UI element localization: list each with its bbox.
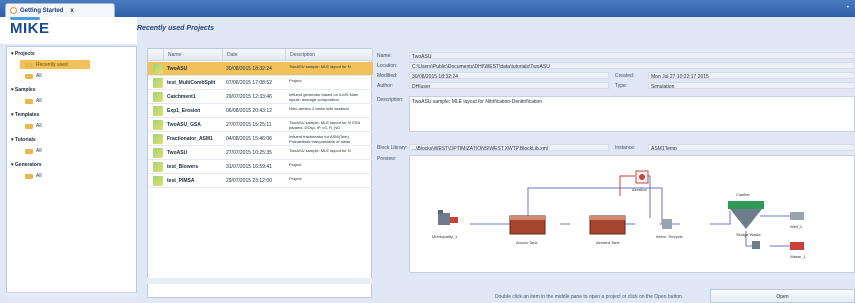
open-button[interactable]: Open	[710, 289, 855, 303]
author-field: DHIuser	[409, 82, 609, 89]
aeration-icon	[635, 170, 649, 184]
folder-icon	[25, 173, 33, 179]
details-pane: Name: TwoASU Location: C:\Users\Public\D…	[375, 45, 855, 303]
tree-item-templates-all[interactable]: All	[25, 123, 42, 129]
table-row[interactable]: test_Blowers 31/07/2015 16:59:41 Project	[148, 160, 373, 174]
table-row[interactable]: test_MultiCombSplit 07/06/2015 17:08:52 Pr…	[148, 76, 373, 90]
tree-item-samples[interactable]: ▾ Samples	[11, 87, 35, 93]
folder-icon	[25, 148, 33, 154]
modified-field: 30/08/2015 18:32:24	[409, 72, 609, 79]
project-icon	[153, 162, 163, 172]
folder-icon	[25, 73, 33, 79]
category-tree: ▾ Projects Recently used All ▾ Samples A…	[6, 46, 137, 296]
effluent-icon	[790, 212, 804, 220]
created-field: Mon Jul 27 10:22:17 2015	[648, 72, 855, 79]
influent-label: Municipality_1	[432, 234, 458, 239]
sludge-waste-icon	[752, 241, 760, 249]
column-header-icon[interactable]	[148, 49, 164, 61]
column-header-date[interactable]: Date	[223, 49, 286, 61]
recycle-icon	[662, 219, 672, 229]
aeration-label: Aeration	[632, 187, 647, 192]
recycle-label: Intern. Recycle	[656, 234, 683, 239]
project-icon	[153, 148, 163, 158]
tree-item-generators[interactable]: ▾ Generators	[11, 162, 42, 168]
tree-item-projects-all[interactable]: All	[25, 73, 42, 79]
left-scrollbar[interactable]	[6, 292, 137, 297]
open-hint: Double click an item in the middle pane …	[495, 294, 684, 300]
block-library-label: Block Library:	[377, 145, 408, 151]
column-header-description[interactable]: Description	[286, 49, 373, 61]
table-row[interactable]: Catchment1 29/07/2015 12:33:46 Influent ge…	[148, 90, 373, 104]
table-row[interactable]: TwoASU_GSA 27/07/2015 15:25:11 TwoASU samp…	[148, 118, 373, 132]
close-icon[interactable]: x	[70, 8, 73, 14]
tree-item-samples-all[interactable]: All	[25, 98, 42, 104]
list-scrollbar[interactable]	[147, 278, 372, 284]
description-label: Description:	[377, 97, 404, 103]
type-field: Simulation	[648, 82, 855, 89]
project-list: Name Date Description TwoASU 30/08/2015 1…	[147, 48, 373, 298]
waste-icon	[790, 242, 804, 250]
page-title: Recently used Projects	[137, 25, 215, 32]
table-row[interactable]: Exp1_Erosion 06/08/2015 20:43:12 Nitro-den…	[148, 104, 373, 118]
instance-field: ASM1Temp	[648, 144, 855, 151]
influent-icon	[438, 210, 458, 225]
project-icon	[153, 78, 163, 88]
name-field: TwoASU	[409, 52, 855, 59]
clarifier-label: Clarifier	[736, 192, 750, 197]
project-icon	[153, 134, 163, 144]
project-icon	[153, 120, 163, 130]
aerated-tank-icon	[589, 215, 626, 235]
folder-icon	[25, 123, 33, 129]
folder-icon	[25, 62, 33, 68]
document-tab-bar: Getting Started x •	[0, 0, 855, 17]
clarifier-icon	[728, 201, 764, 229]
folder-icon	[25, 98, 33, 104]
location-label: Location:	[377, 63, 398, 69]
name-label: Name:	[377, 53, 392, 59]
anoxic-tank-label: Anoxic Tank	[516, 240, 538, 245]
layout-preview: Municipality_1 Anoxic Tank Aerated Tank …	[409, 155, 855, 273]
table-row[interactable]: TwoASU 30/08/2015 18:32:24 TwoASU sample: …	[148, 62, 373, 76]
tree-item-templates[interactable]: ▾ Templates	[11, 112, 39, 118]
tree-item-generators-all[interactable]: All	[25, 173, 42, 179]
modified-label: Modified:	[377, 73, 398, 79]
sludge-waste-label: Sludge Waste	[736, 232, 762, 237]
tree-item-tutorials[interactable]: ▾ Tutorials	[11, 137, 36, 143]
block-library-field: ...\Blocks\WEST\OPTIMIZATIONS\WEST.XWTP.…	[409, 144, 609, 151]
tab-label: Getting Started	[20, 7, 64, 14]
description-field: TwoASU sample: MLE layout for Nitrificat…	[409, 96, 855, 132]
type-label: Type:	[615, 83, 628, 89]
project-icon	[153, 64, 163, 74]
table-row[interactable]: test_PIMSA 29/07/2015 23:12:00 Project	[148, 174, 373, 188]
created-label: Created:	[615, 73, 635, 79]
start-icon	[10, 7, 17, 14]
anoxic-tank-icon	[509, 215, 546, 235]
tree-item-recently-used[interactable]: Recently used	[25, 62, 68, 68]
location-field: C:\Users\Public\Documents\DHI\WEST\data\…	[409, 62, 855, 69]
instance-label: Instance:	[615, 145, 636, 151]
tree-item-projects[interactable]: ▾ Projects	[11, 51, 35, 57]
tab-getting-started[interactable]: Getting Started x	[5, 3, 115, 17]
plant-layout-diagram: Municipality_1 Anoxic Tank Aerated Tank …	[432, 170, 806, 259]
table-row[interactable]: Fractionator_ASM1 04/08/2015 15:46:06 Infl…	[148, 132, 373, 146]
column-header-name[interactable]: Name	[164, 49, 223, 61]
waste-label: Waste_1	[790, 254, 806, 259]
mike-logo: MIKE	[10, 17, 50, 37]
table-row[interactable]: TwoASU 27/07/2015 10:25:35 TwoASU sample: …	[148, 146, 373, 160]
tree-item-tutorials-all[interactable]: All	[25, 148, 42, 154]
pin-icon[interactable]: •	[847, 5, 849, 11]
preview-label: Preview:	[377, 156, 397, 162]
author-label: Author:	[377, 83, 394, 89]
project-icon	[153, 92, 163, 102]
project-icon	[153, 176, 163, 186]
aerated-tank-label: Aerated Tank	[596, 240, 620, 245]
effluent-label: Well_1	[790, 224, 803, 229]
project-icon	[153, 106, 163, 116]
